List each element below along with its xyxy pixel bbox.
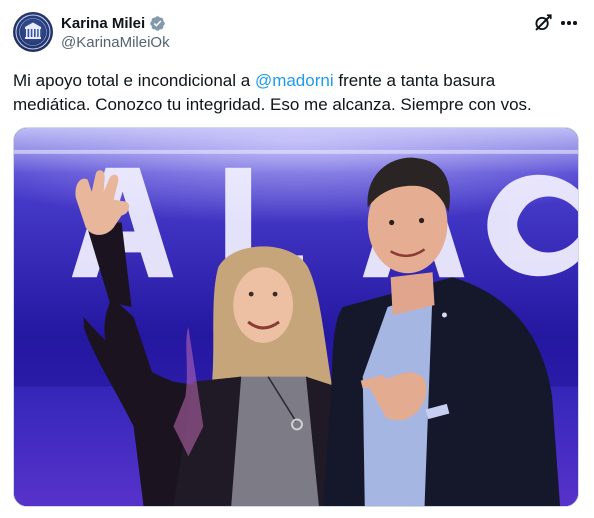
more-options-icon[interactable] [558, 12, 580, 34]
tweet-text-part1: Mi apoyo total e incondicional a [13, 71, 255, 90]
author-display-name[interactable]: Karina Milei [61, 15, 145, 32]
seal-icon [15, 14, 51, 50]
dot [561, 21, 565, 25]
photo-scene [14, 128, 578, 506]
author-handle[interactable]: @KarinaMileiOk [61, 34, 170, 51]
tweet-photo[interactable] [13, 127, 579, 507]
mention-link[interactable]: @madorni [255, 71, 334, 90]
verified-badge-icon[interactable] [149, 15, 166, 32]
dot [573, 21, 577, 25]
author-avatar[interactable] [13, 12, 53, 52]
tweet-text: Mi apoyo total e incondicional a @madorn… [13, 69, 573, 116]
grok-icon[interactable] [532, 12, 554, 34]
author-name-row: Karina Milei [61, 13, 166, 33]
dot [567, 21, 571, 25]
tweet-card[interactable]: Karina Milei @KarinaMileiOk Mi apoyo tot… [0, 0, 594, 518]
